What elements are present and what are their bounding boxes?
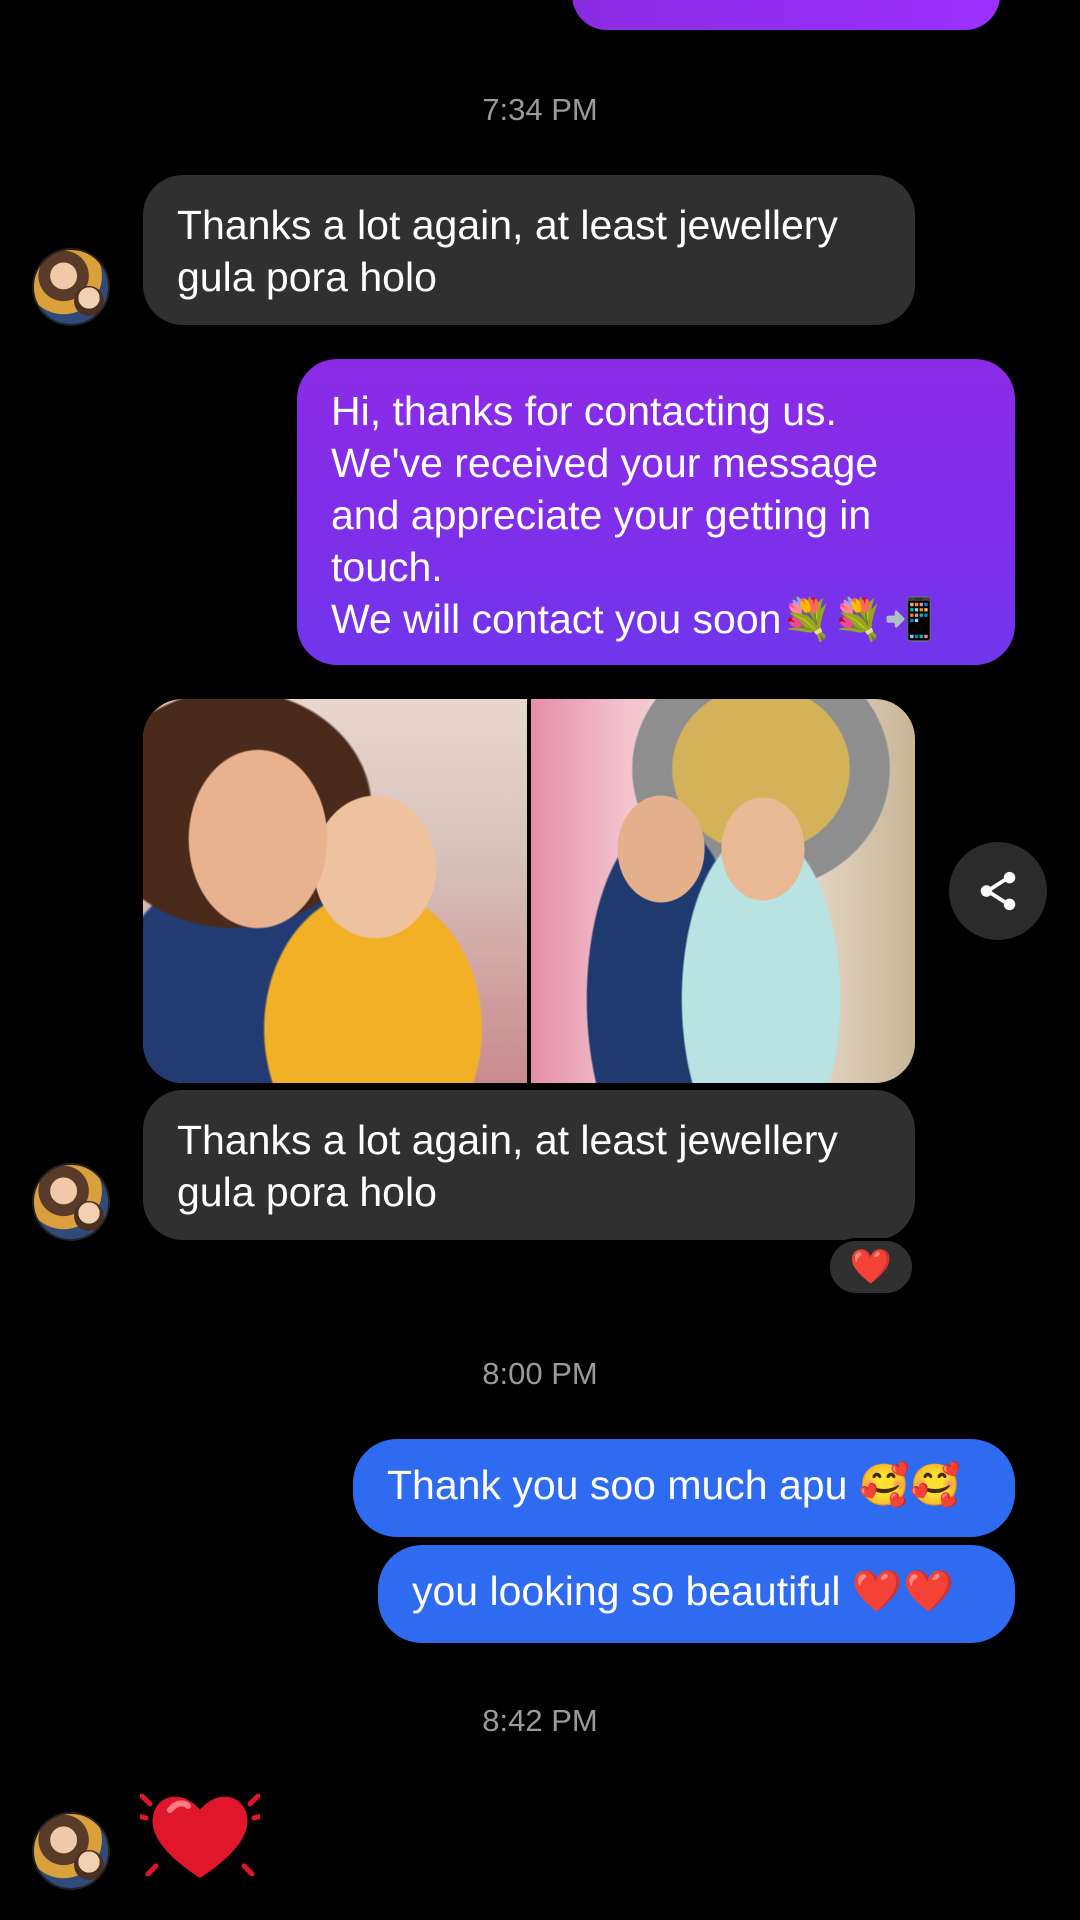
reaction-badge[interactable]: ❤️: [827, 1238, 915, 1296]
received-message[interactable]: Thanks a lot again, at least jewellery g…: [143, 1090, 915, 1240]
timestamp: 8:00 PM: [482, 1356, 598, 1391]
sent-message[interactable]: Thank you soo much apu 🥰🥰: [353, 1439, 1015, 1537]
share-icon: [980, 871, 1016, 911]
avatar[interactable]: [32, 1163, 110, 1241]
photo-attachment[interactable]: [143, 699, 527, 1083]
timestamp: 7:34 PM: [482, 92, 598, 127]
heart-icon[interactable]: [140, 1782, 260, 1892]
photo-attachment[interactable]: [531, 699, 915, 1083]
avatar[interactable]: [32, 248, 110, 326]
sent-message[interactable]: you looking so beautiful ❤️❤️: [378, 1545, 1015, 1643]
timestamp: 8:42 PM: [482, 1703, 598, 1738]
sent-auto-reply-message[interactable]: Hi, thanks for contacting us. We've rece…: [297, 359, 1015, 665]
avatar[interactable]: [32, 1812, 110, 1890]
received-message[interactable]: Thanks a lot again, at least jewellery g…: [143, 175, 915, 325]
chat-screen: 7:34 PM Thanks a lot again, at least jew…: [0, 0, 1080, 1920]
share-button[interactable]: [949, 842, 1047, 940]
previous-sent-message[interactable]: [572, 0, 1000, 30]
photo-attachment-group[interactable]: [143, 699, 915, 1083]
